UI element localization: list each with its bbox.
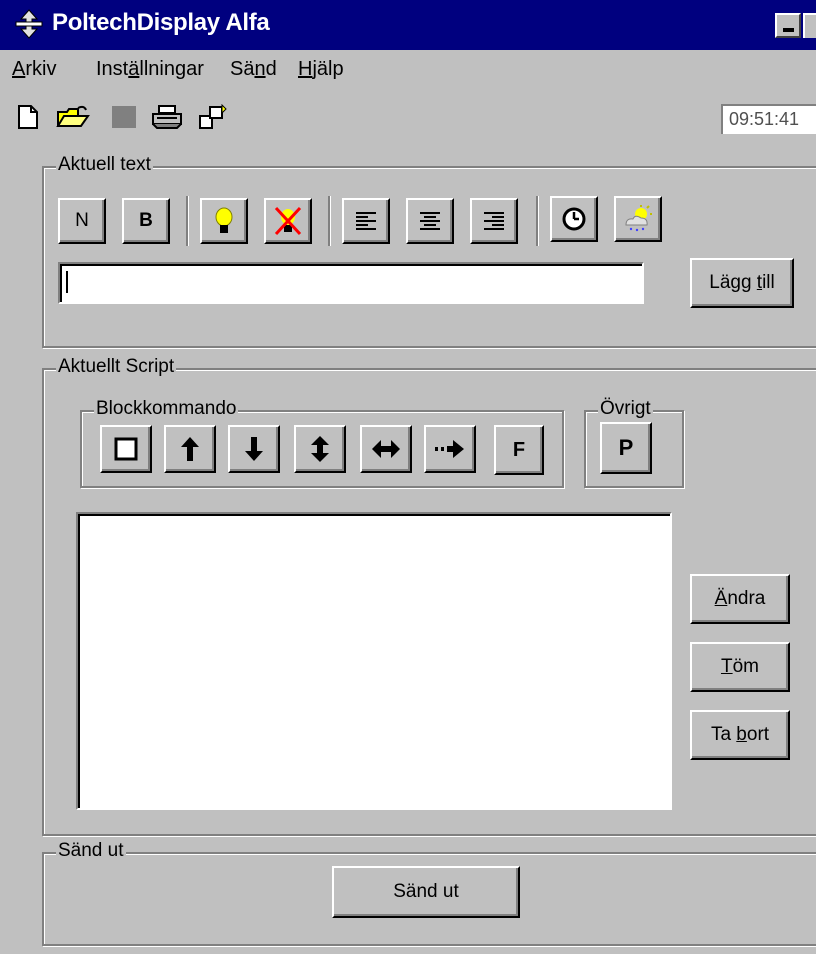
text-input[interactable] <box>58 262 644 304</box>
f-command-button[interactable]: F <box>494 425 544 475</box>
send-button[interactable]: Sänd ut <box>332 866 520 918</box>
open-folder-icon[interactable] <box>56 104 90 130</box>
align-left-button[interactable] <box>342 198 390 244</box>
arrow-down-icon <box>245 437 263 461</box>
arrow-up-button[interactable] <box>164 425 216 473</box>
block-square-icon <box>114 437 138 461</box>
lamp-on-icon <box>215 207 233 233</box>
toolbar-separator <box>536 196 539 246</box>
block-command-legend: Blockkommando <box>94 398 239 420</box>
lamp-on-button[interactable] <box>200 198 248 244</box>
arrow-dotted-right-button[interactable] <box>424 425 476 473</box>
clock-display: 09:51:41 <box>721 104 816 134</box>
weather-button[interactable] <box>614 196 662 242</box>
toolbar-separator <box>328 196 331 246</box>
script-list[interactable] <box>76 512 672 810</box>
window-title: PoltechDisplay Alfa <box>52 9 270 36</box>
change-button[interactable]: Ändra <box>690 574 790 624</box>
lamp-off-icon <box>274 206 302 236</box>
clock-icon <box>562 207 586 231</box>
align-center-icon <box>420 212 440 230</box>
new-file-icon[interactable] <box>14 104 42 130</box>
p-command-button[interactable]: P <box>600 422 652 474</box>
clear-button[interactable]: Töm <box>690 642 790 692</box>
arrow-up-down-button[interactable] <box>294 425 346 473</box>
menu-arkiv[interactable]: Arkiv <box>12 58 56 81</box>
normal-text-button[interactable]: N <box>58 198 106 244</box>
text-caret <box>66 271 68 293</box>
disabled-save-icon[interactable] <box>110 104 138 130</box>
app-logo-icon <box>15 9 43 39</box>
add-button[interactable]: Lägg till <box>690 258 794 308</box>
menu-installningar[interactable]: Inställningar <box>96 58 204 81</box>
menu-bar: Arkiv Inställningar Sänd Hjälp <box>0 50 816 92</box>
toolbar-separator <box>186 196 189 246</box>
send-legend: Sänd ut <box>56 840 126 862</box>
arrow-left-right-icon <box>372 440 400 458</box>
remove-button[interactable]: Ta bort <box>690 710 790 760</box>
menu-hjalp[interactable]: Hjälp <box>298 58 344 81</box>
align-center-button[interactable] <box>406 198 454 244</box>
clock-button[interactable] <box>550 196 598 242</box>
aktuellt-script-legend: Aktuellt Script <box>56 356 177 378</box>
connect-icon[interactable] <box>196 104 230 130</box>
aktuell-text-group <box>42 166 816 348</box>
arrow-up-icon <box>181 437 199 461</box>
align-left-icon <box>356 212 376 230</box>
align-right-button[interactable] <box>470 198 518 244</box>
block-square-button[interactable] <box>100 425 152 473</box>
bold-text-button[interactable]: B <box>122 198 170 244</box>
minimize-button[interactable] <box>775 13 801 38</box>
other-legend: Övrigt <box>598 398 653 420</box>
arrow-down-button[interactable] <box>228 425 280 473</box>
arrow-up-down-icon <box>311 436 329 462</box>
lamp-off-button[interactable] <box>264 198 312 244</box>
arrow-left-right-button[interactable] <box>360 425 412 473</box>
printer-icon[interactable] <box>150 104 184 130</box>
title-bar[interactable]: PoltechDisplay Alfa <box>0 0 816 50</box>
minimize-icon <box>783 28 794 32</box>
aktuell-text-legend: Aktuell text <box>56 154 153 176</box>
maximize-button[interactable] <box>803 13 816 38</box>
weather-icon <box>625 205 652 232</box>
align-right-icon <box>484 212 504 230</box>
menu-sand[interactable]: Sänd <box>230 58 277 81</box>
arrow-dotted-right-icon <box>435 440 464 458</box>
